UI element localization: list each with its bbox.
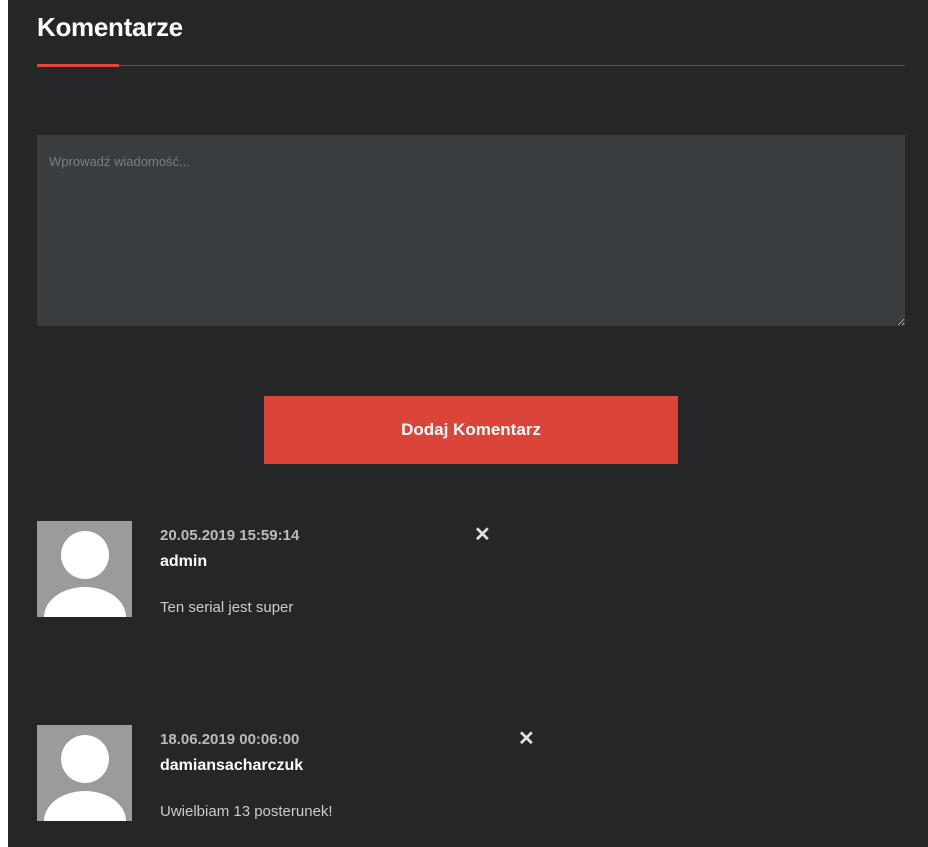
comment-date: 20.05.2019 15:59:14 [160, 527, 300, 544]
title-divider [37, 65, 905, 66]
delete-comment-icon[interactable]: ✕ [518, 729, 535, 749]
avatar-head [61, 531, 109, 579]
add-comment-button[interactable]: Dodaj Komentarz [264, 396, 678, 464]
avatar-body [44, 587, 126, 617]
comment-text: Uwielbiam 13 posterunek! [160, 803, 333, 820]
avatar [37, 521, 132, 617]
title-divider-accent [37, 64, 119, 67]
section-title: Komentarze [37, 12, 183, 42]
comment-item: 20.05.2019 15:59:14 ✕ admin Ten serial j… [37, 521, 837, 621]
comment-author: admin [160, 553, 208, 570]
avatar-head [61, 735, 109, 783]
comment-input[interactable] [37, 135, 905, 326]
comment-item: 18.06.2019 00:06:00 ✕ damiansacharczuk U… [37, 725, 837, 825]
comment-author: damiansacharczuk [160, 757, 304, 774]
comment-text: Ten serial jest super [160, 599, 294, 616]
delete-comment-icon[interactable]: ✕ [474, 525, 491, 545]
avatar-body [44, 791, 126, 821]
comment-date: 18.06.2019 00:06:00 [160, 731, 300, 748]
avatar [37, 725, 132, 821]
comments-panel: Komentarze Dodaj Komentarz 20.05.2019 15… [8, 0, 928, 847]
